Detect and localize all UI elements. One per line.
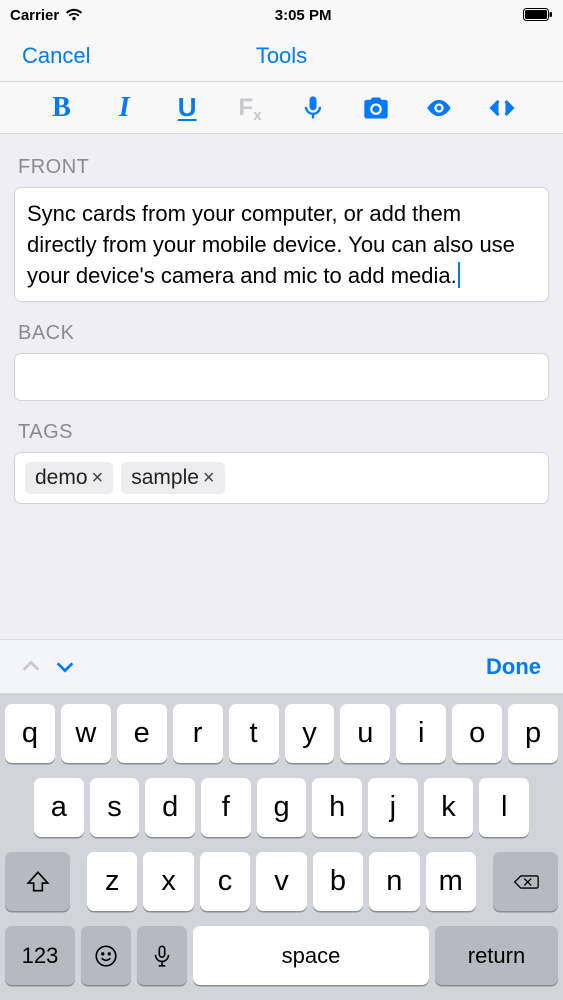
tags-label: TAGS: [18, 421, 545, 444]
microphone-button[interactable]: [293, 88, 333, 128]
tag-demo[interactable]: demo×: [25, 462, 113, 494]
key-q[interactable]: q: [5, 704, 55, 763]
key-p[interactable]: p: [508, 704, 558, 763]
tag-sample[interactable]: sample×: [121, 462, 224, 494]
tags-field[interactable]: demo×sample×: [14, 452, 549, 504]
key-x[interactable]: x: [143, 852, 193, 911]
key-w[interactable]: w: [61, 704, 111, 763]
return-key[interactable]: return: [435, 926, 558, 985]
key-s[interactable]: s: [90, 778, 140, 837]
carrier-label: Carrier: [10, 7, 59, 24]
status-bar: Carrier 3:05 PM: [0, 0, 563, 30]
italic-button[interactable]: I: [104, 88, 144, 128]
back-label: BACK: [18, 322, 545, 345]
prev-field-button: [14, 650, 48, 684]
emoji-key[interactable]: [81, 926, 131, 985]
key-n[interactable]: n: [369, 852, 419, 911]
key-t[interactable]: t: [229, 704, 279, 763]
preview-button[interactable]: [419, 88, 459, 128]
backspace-key[interactable]: [493, 852, 558, 911]
fx-button: Fx: [230, 88, 270, 128]
key-b[interactable]: b: [313, 852, 363, 911]
key-h[interactable]: h: [312, 778, 362, 837]
text-cursor: [458, 262, 460, 288]
tag-remove-icon[interactable]: ×: [203, 467, 215, 490]
key-z[interactable]: z: [87, 852, 137, 911]
key-v[interactable]: v: [256, 852, 306, 911]
front-text: Sync cards from your computer, or add th…: [27, 201, 515, 288]
back-field[interactable]: [14, 353, 549, 401]
key-o[interactable]: o: [452, 704, 502, 763]
space-key[interactable]: space: [193, 926, 429, 985]
battery-icon: [523, 8, 553, 22]
keyboard: qwertyuiop asdfghjkl zxcvbnm 123 space r…: [0, 693, 563, 1000]
key-d[interactable]: d: [145, 778, 195, 837]
key-y[interactable]: y: [285, 704, 335, 763]
front-label: FRONT: [18, 156, 545, 179]
underline-button[interactable]: U: [167, 88, 207, 128]
wifi-icon: [65, 8, 83, 22]
key-g[interactable]: g: [257, 778, 307, 837]
tools-button[interactable]: Tools: [256, 43, 307, 68]
key-f[interactable]: f: [201, 778, 251, 837]
key-m[interactable]: m: [426, 852, 476, 911]
tag-label: demo: [35, 466, 88, 490]
bold-button[interactable]: B: [41, 88, 81, 128]
dictation-key[interactable]: [137, 926, 187, 985]
key-c[interactable]: c: [200, 852, 250, 911]
code-button[interactable]: [482, 88, 522, 128]
format-toolbar: B I U Fx: [0, 82, 563, 134]
tag-remove-icon[interactable]: ×: [92, 467, 104, 490]
key-a[interactable]: a: [34, 778, 84, 837]
key-l[interactable]: l: [479, 778, 529, 837]
keyboard-accessory-bar: Done: [0, 639, 563, 693]
navigation-bar: Cancel Tools: [0, 30, 563, 82]
next-field-button[interactable]: [48, 650, 82, 684]
key-i[interactable]: i: [396, 704, 446, 763]
key-u[interactable]: u: [340, 704, 390, 763]
key-j[interactable]: j: [368, 778, 418, 837]
status-time: 3:05 PM: [275, 7, 332, 24]
key-e[interactable]: e: [117, 704, 167, 763]
front-field[interactable]: Sync cards from your computer, or add th…: [14, 187, 549, 302]
key-k[interactable]: k: [424, 778, 474, 837]
tag-label: sample: [131, 466, 199, 490]
key-r[interactable]: r: [173, 704, 223, 763]
cancel-button[interactable]: Cancel: [0, 43, 90, 69]
camera-button[interactable]: [356, 88, 396, 128]
numbers-key[interactable]: 123: [5, 926, 75, 985]
done-button[interactable]: Done: [486, 654, 549, 680]
editor-content: FRONT Sync cards from your computer, or …: [0, 134, 563, 518]
shift-key[interactable]: [5, 852, 70, 911]
